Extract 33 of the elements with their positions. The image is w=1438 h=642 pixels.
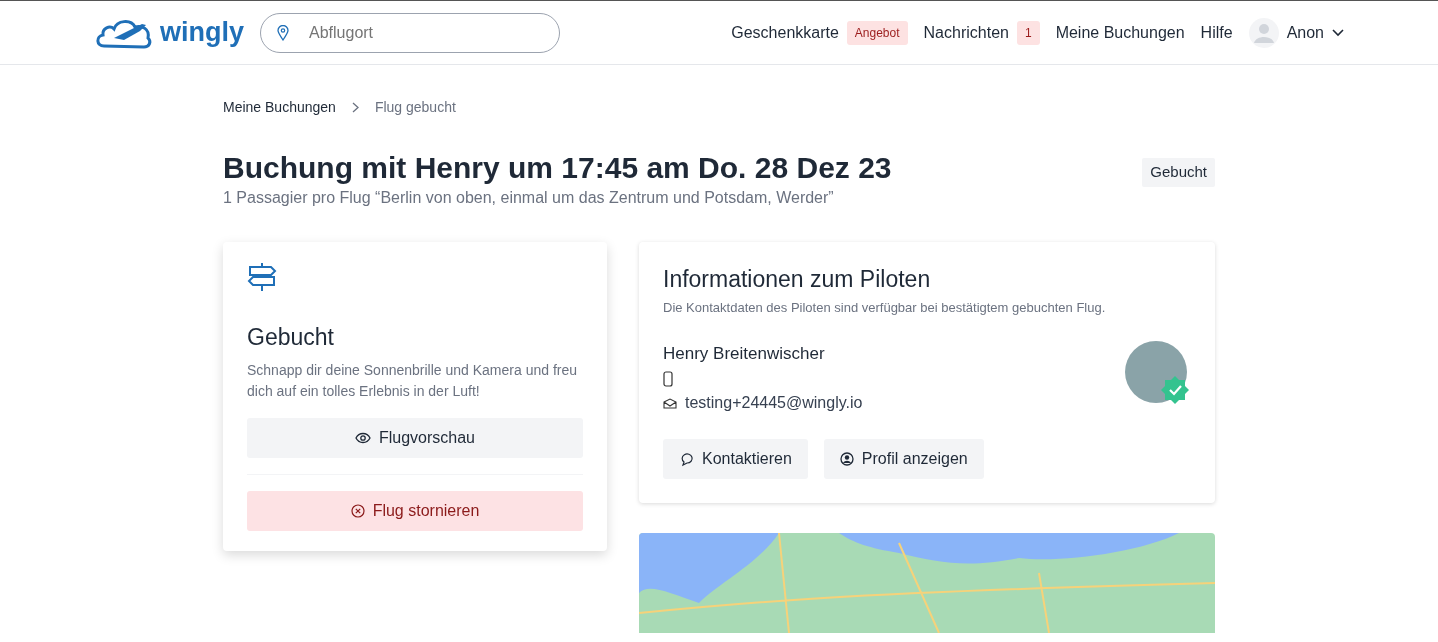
speech-bubbles-icon [679, 451, 694, 467]
status-title: Gebucht [247, 323, 335, 352]
nav-link[interactable]: Nachrichten [923, 20, 1009, 45]
envelope-icon [663, 397, 677, 409]
user-circle-icon [839, 452, 854, 467]
booking-title: Buchung mit Henry um 17:45 am Do. 28 Dez 23 [223, 150, 892, 186]
view-profile-button[interactable]: Profil anzeigen [823, 439, 984, 480]
flight-preview-button[interactable]: Flugvorschau [247, 417, 583, 458]
user-name[interactable]: Anon [1286, 20, 1324, 45]
eye-icon [354, 431, 371, 444]
status-text: Schnapp dir deine Sonnenbrille und Kamera und freu dich auf ein tolles Erlebnis in der Luft! [247, 360, 578, 401]
signpost-icon [247, 262, 277, 292]
pilot-note: Die Kontaktdaten des Piloten sind verfügbar bei bestätigtem gebuchten Flug. [663, 298, 1107, 317]
logo-text[interactable]: wingly [160, 12, 244, 53]
nav-badge: 1 [1016, 20, 1040, 45]
cancel-flight-button[interactable]: Flug stornieren [247, 490, 583, 531]
nav-link[interactable]: Meine Buchungen [1055, 20, 1185, 45]
nav-link[interactable]: Geschenkkarte [731, 20, 839, 45]
pilot-card-title: Informationen zum Piloten [663, 266, 932, 294]
breadcrumb-link[interactable]: Meine Buchungen [223, 97, 336, 118]
nav-badge: Angebot [846, 20, 908, 45]
breadcrumb-link[interactable]: Flug gebucht [374, 97, 456, 118]
booking-subtitle: 1 Passagier pro Flug “Berlin von oben, einmal um das Zentrum und Potsdam, Werder” [223, 188, 835, 208]
contact-button[interactable]: Kontaktieren [663, 439, 808, 480]
status-tag: Gebucht [1142, 158, 1215, 187]
nav-link[interactable]: Hilfe [1200, 20, 1233, 45]
chevron-right-icon [351, 102, 359, 113]
phone-icon [663, 371, 673, 388]
search-field[interactable]: Abflugort [260, 12, 560, 53]
pilot-email[interactable]: testing+24445@wingly.io [685, 391, 863, 416]
chevron-down-icon[interactable] [1332, 28, 1344, 37]
pilot-name: Henry Breitenwischer [663, 343, 826, 366]
circle-x-icon [350, 503, 365, 518]
